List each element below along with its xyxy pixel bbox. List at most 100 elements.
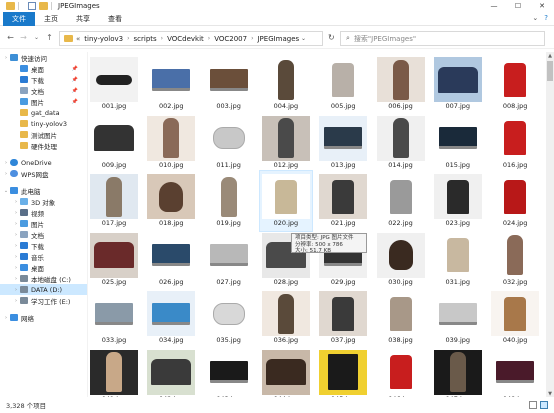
file-item[interactable]: 048.jpg (489, 347, 541, 398)
sidebar-item[interactable]: › 下载 (0, 240, 88, 251)
file-item[interactable]: 032.jpg (489, 230, 541, 290)
refresh-button[interactable]: ↻ (328, 33, 335, 42)
details-view-icon[interactable] (529, 401, 537, 409)
file-item[interactable]: 020.jpg (258, 170, 313, 232)
file-item[interactable]: 019.jpg (203, 171, 255, 231)
file-item[interactable]: 013.jpg (317, 113, 369, 173)
breadcrumb-tiny-yolov3[interactable]: tiny-yolov3 (84, 35, 123, 43)
sidebar-item[interactable]: ⌄ 此电脑 (0, 185, 88, 196)
file-item[interactable]: 014.jpg (375, 113, 427, 173)
file-item[interactable]: 023.jpg (432, 171, 484, 231)
file-item[interactable]: 034.jpg (145, 288, 197, 348)
expand-arrow-icon[interactable]: › (12, 221, 20, 227)
sidebar-item[interactable]: › 3D 对象 (0, 196, 88, 207)
forward-button[interactable]: → (17, 31, 30, 45)
file-item[interactable]: 021.jpg (317, 171, 369, 231)
expand-arrow-icon[interactable]: › (2, 160, 10, 166)
expand-arrow-icon[interactable]: › (12, 232, 20, 238)
vertical-scrollbar[interactable]: ▲ ▼ (546, 52, 554, 398)
file-item[interactable]: 036.jpg (260, 288, 312, 348)
file-item[interactable]: 030.jpg (375, 230, 427, 290)
tab-view[interactable]: 查看 (99, 12, 131, 26)
expand-arrow-icon[interactable]: › (12, 265, 20, 271)
file-item[interactable]: 041.jpg (88, 347, 140, 398)
file-item[interactable]: 007.jpg (432, 54, 484, 114)
file-item[interactable]: 004.jpg (260, 54, 312, 114)
file-item[interactable]: 002.jpg (145, 54, 197, 114)
expand-arrow-icon[interactable]: › (12, 199, 20, 205)
expand-arrow-icon[interactable]: › (12, 298, 20, 304)
file-item[interactable]: 022.jpg (375, 171, 427, 231)
breadcrumb-voc2007[interactable]: VOC2007 (214, 35, 247, 43)
file-item[interactable]: 001.jpg (88, 54, 140, 114)
file-item[interactable]: 016.jpg (489, 113, 541, 173)
tab-share[interactable]: 共享 (67, 12, 99, 26)
file-item[interactable]: 011.jpg (203, 113, 255, 173)
expand-arrow-icon[interactable]: › (12, 243, 20, 249)
breadcrumb-scripts[interactable]: scripts (134, 35, 157, 43)
sidebar-item[interactable]: › 音乐 (0, 251, 88, 262)
file-item[interactable]: 045.jpg (317, 347, 369, 398)
sidebar-item[interactable]: › 桌面 (0, 262, 88, 273)
file-item[interactable]: 044.jpg (260, 347, 312, 398)
sidebar-item[interactable]: › 图片 (0, 218, 88, 229)
chevron-down-icon[interactable]: ⌄ (301, 35, 306, 42)
sidebar-item[interactable]: 测试图片 (0, 129, 88, 140)
file-item[interactable]: 042.jpg (145, 347, 197, 398)
address-overflow[interactable]: « (76, 35, 80, 43)
maximize-button[interactable]: ☐ (506, 0, 530, 12)
breadcrumb-separator[interactable]: › (251, 35, 253, 42)
expand-arrow-icon[interactable]: › (12, 210, 20, 216)
close-button[interactable]: ✕ (530, 0, 554, 12)
tab-file[interactable]: 文件 (3, 11, 35, 26)
recent-locations-button[interactable]: ⌄ (30, 31, 43, 45)
expand-arrow-icon[interactable]: › (12, 287, 20, 293)
file-item[interactable]: 037.jpg (317, 288, 369, 348)
file-item[interactable]: 008.jpg (489, 54, 541, 114)
scroll-up-button[interactable]: ▲ (546, 52, 554, 60)
scroll-thumb[interactable] (547, 61, 553, 81)
file-item[interactable]: 040.jpg (489, 288, 541, 348)
address-bar[interactable]: « tiny-yolov3 › scripts › VOCdevkit › VO… (59, 31, 323, 46)
folder-icon[interactable] (39, 2, 48, 10)
sidebar-item[interactable]: › 本地磁盘 (C:) (0, 273, 88, 284)
sidebar-item[interactable]: tiny-yolov3 (0, 118, 88, 129)
back-button[interactable]: ← (4, 31, 17, 45)
file-item[interactable]: 005.jpg (317, 54, 369, 114)
file-item[interactable]: 038.jpg (375, 288, 427, 348)
breadcrumb-separator[interactable]: › (161, 35, 163, 42)
file-item[interactable]: 046.jpg (375, 347, 427, 398)
file-item[interactable]: 009.jpg (88, 113, 140, 173)
search-input[interactable]: 搜索"JPEGImages" (354, 34, 416, 44)
up-button[interactable]: ↑ (43, 31, 56, 45)
minimize-button[interactable]: — (482, 0, 506, 12)
sidebar-item[interactable]: 硬件处理 (0, 140, 88, 151)
sidebar-item[interactable]: › 文档 (0, 229, 88, 240)
file-item[interactable]: 003.jpg (203, 54, 255, 114)
file-item[interactable]: 033.jpg (88, 288, 140, 348)
file-item[interactable]: 035.jpg (203, 288, 255, 348)
sidebar-item[interactable]: › WPS网盘 (0, 168, 88, 179)
file-item[interactable]: 026.jpg (145, 230, 197, 290)
file-item[interactable]: 012.jpg (260, 113, 312, 173)
expand-arrow-icon[interactable]: › (12, 254, 20, 260)
expand-arrow-icon[interactable]: › (12, 276, 20, 282)
sidebar-item[interactable]: › OneDrive (0, 157, 88, 168)
expand-arrow-icon[interactable]: › (2, 315, 10, 321)
sidebar-item[interactable]: 下载 📌 (0, 74, 88, 85)
expand-arrow-icon[interactable]: › (2, 55, 10, 61)
ribbon-expand-icon[interactable]: ⌄ (532, 14, 538, 22)
sidebar-item[interactable]: 桌面 📌 (0, 63, 88, 74)
help-icon[interactable]: ? (544, 14, 548, 22)
sidebar-item[interactable]: › 视频 (0, 207, 88, 218)
file-item[interactable]: 025.jpg (88, 230, 140, 290)
file-item[interactable]: 010.jpg (145, 113, 197, 173)
checkbox-icon[interactable] (28, 2, 36, 10)
file-item[interactable]: 006.jpg (375, 54, 427, 114)
file-item[interactable]: 015.jpg (432, 113, 484, 173)
sidebar-item[interactable]: › 快速访问 (0, 52, 88, 63)
sidebar-item[interactable]: gat_data (0, 107, 88, 118)
file-item[interactable]: 017.jpg (88, 171, 140, 231)
file-item[interactable]: 024.jpg (489, 171, 541, 231)
file-item[interactable]: 027.jpg (203, 230, 255, 290)
